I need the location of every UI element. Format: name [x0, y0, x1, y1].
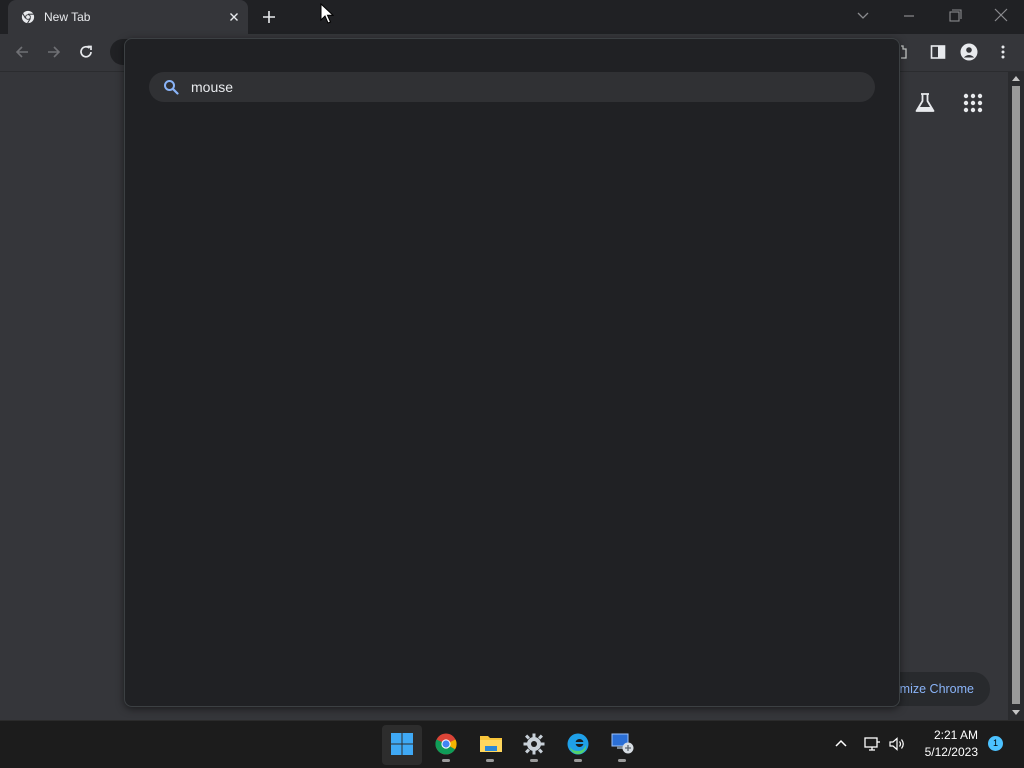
menu-kebab-icon[interactable] [994, 43, 1012, 61]
running-indicator [574, 759, 582, 762]
taskbar-edge-button[interactable] [558, 725, 598, 765]
taskbar-file-explorer-button[interactable] [470, 725, 510, 765]
search-icon [164, 80, 179, 95]
running-indicator [486, 759, 494, 762]
labs-flask-icon[interactable] [912, 90, 938, 116]
side-panel-icon[interactable] [929, 43, 947, 61]
forward-arrow-icon[interactable] [45, 43, 63, 61]
running-indicator [618, 759, 626, 762]
scroll-thumb[interactable] [1012, 86, 1020, 704]
scroll-up-arrow-icon[interactable] [1012, 75, 1020, 83]
window-close-icon[interactable] [991, 7, 1011, 25]
scroll-down-arrow-icon[interactable] [1012, 708, 1020, 716]
network-icon[interactable] [863, 735, 881, 753]
restore-icon[interactable] [945, 7, 965, 25]
google-apps-grid-icon[interactable] [960, 90, 986, 116]
reload-icon[interactable] [77, 43, 95, 61]
start-icon [391, 733, 413, 755]
edge-icon [567, 733, 589, 755]
notification-badge[interactable]: 1 [988, 736, 1003, 751]
new-tab-plus-icon[interactable] [260, 8, 278, 26]
tab-title: New Tab [44, 10, 91, 24]
search-input[interactable] [191, 72, 851, 102]
tab-strip: New Tab [0, 0, 1024, 34]
windows-taskbar [0, 720, 1024, 768]
tab-new-tab[interactable]: New Tab [8, 0, 248, 34]
remote-desktop-icon [611, 733, 634, 754]
close-icon[interactable] [226, 9, 242, 25]
chrome-icon [21, 10, 35, 24]
profile-avatar-icon[interactable] [960, 43, 978, 61]
settings-icon [523, 733, 545, 755]
taskbar-settings-button[interactable] [514, 725, 554, 765]
volume-icon[interactable] [888, 735, 906, 753]
running-indicator [530, 759, 538, 762]
taskbar-remote-desktop-button[interactable] [602, 725, 642, 765]
tab-search-chevron-icon[interactable] [853, 7, 873, 25]
page-scrollbar[interactable] [1008, 72, 1024, 720]
minimize-icon[interactable] [899, 7, 919, 25]
back-arrow-icon[interactable] [13, 43, 31, 61]
file-explorer-icon [480, 736, 502, 752]
clock-date[interactable]: 5/12/2023 [910, 745, 978, 759]
search-box[interactable] [149, 72, 875, 102]
taskbar-chrome-button[interactable] [426, 725, 466, 765]
chevron-up-icon[interactable] [832, 735, 850, 753]
mouse-cursor-icon [320, 3, 334, 24]
taskbar-start-button[interactable] [382, 725, 422, 765]
running-indicator [442, 759, 450, 762]
search-tabs-popup [124, 38, 900, 707]
clock-time[interactable]: 2:21 AM [910, 728, 978, 742]
chrome-icon [435, 733, 457, 755]
